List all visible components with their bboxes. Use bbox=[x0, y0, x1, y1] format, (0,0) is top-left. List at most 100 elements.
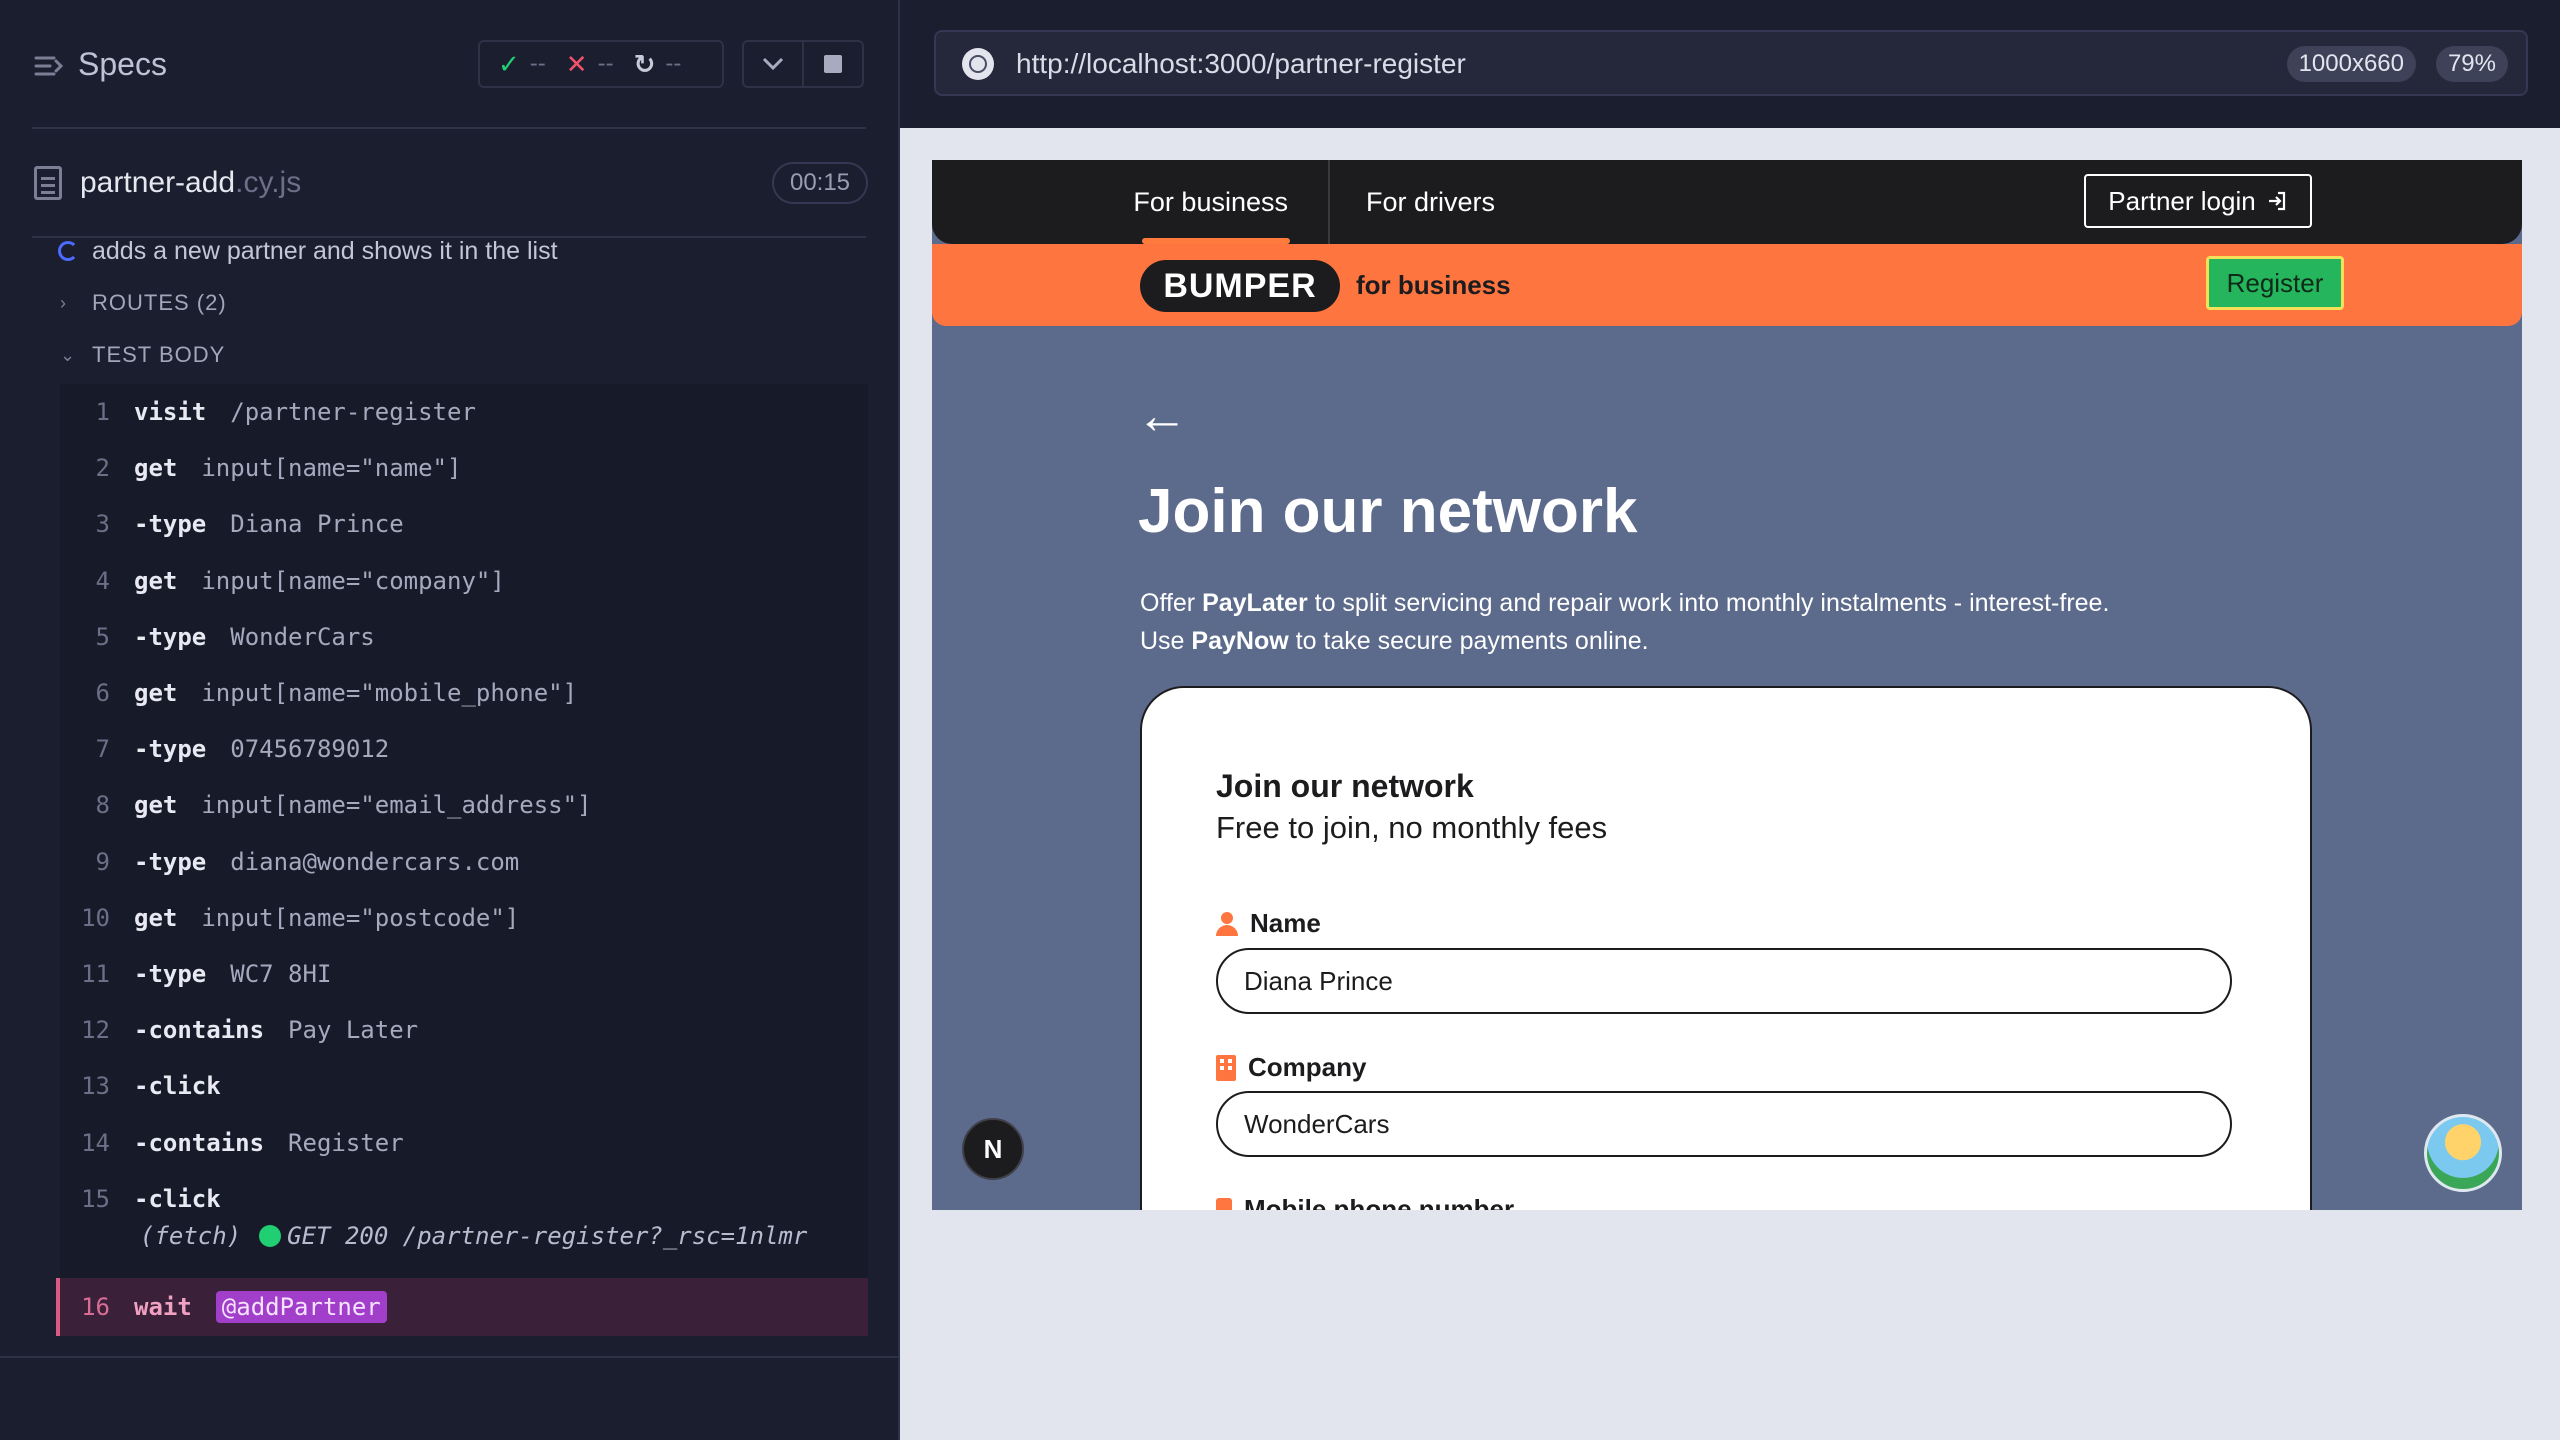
command-row[interactable]: 12 -contains Pay Later bbox=[60, 1002, 868, 1058]
command-name: get bbox=[134, 454, 178, 482]
cross-icon: ✕ bbox=[565, 48, 588, 79]
url-text[interactable]: http://localhost:3000/partner-register bbox=[1016, 48, 1466, 80]
command-number: 2 bbox=[95, 454, 110, 482]
desc-text: to take secure payments online. bbox=[1288, 627, 1649, 655]
viewport-size-badge[interactable]: 1000x660 bbox=[2286, 46, 2416, 82]
nextjs-dev-badge[interactable]: N bbox=[962, 1118, 1024, 1180]
desc-paynow: PayNow bbox=[1191, 627, 1289, 655]
test-body-toggle[interactable]: ⌄ TEST BODY bbox=[60, 342, 225, 368]
chevron-down-icon: ⌄ bbox=[60, 344, 77, 365]
test-body-label: TEST BODY bbox=[92, 342, 226, 367]
form-title: Join our network bbox=[1216, 768, 1474, 804]
command-message: input[name="company"] bbox=[201, 567, 505, 595]
command-row[interactable]: 15 -click bbox=[60, 1171, 868, 1227]
url-bar[interactable]: http://localhost:3000/partner-register 1… bbox=[934, 30, 2528, 96]
passed-count: -- bbox=[529, 50, 546, 77]
command-number: 9 bbox=[95, 848, 110, 876]
command-name: get bbox=[134, 679, 178, 707]
pending-spinner-icon: ↻ bbox=[633, 48, 656, 79]
island-avatar-icon[interactable] bbox=[2424, 1114, 2502, 1192]
specs-title[interactable]: Specs bbox=[78, 46, 167, 83]
back-arrow-icon[interactable]: ← bbox=[1136, 390, 1188, 442]
command-name: -type bbox=[134, 848, 207, 876]
command-name: get bbox=[134, 791, 178, 819]
command-name: -click bbox=[134, 1072, 221, 1100]
routes-label: ROUTES (2) bbox=[92, 290, 227, 315]
wait-command[interactable]: 16 wait @addPartner bbox=[56, 1278, 868, 1336]
company-label-text: Company bbox=[1248, 1052, 1367, 1082]
routes-toggle[interactable]: › ROUTES (2) bbox=[60, 290, 227, 316]
mobile-phone-label: Mobile phone number bbox=[1216, 1194, 1514, 1210]
command-number: 10 bbox=[81, 904, 110, 932]
command-row[interactable]: 9 -type diana@wondercars.com bbox=[60, 834, 868, 890]
tab-for-business[interactable]: For business bbox=[932, 160, 1330, 244]
status-dot-icon bbox=[259, 1225, 282, 1247]
command-number: 13 bbox=[81, 1072, 110, 1100]
command-row[interactable]: 10 get input[name="postcode"] bbox=[60, 890, 868, 946]
command-message: Register bbox=[288, 1129, 404, 1157]
auto-scroll-button[interactable] bbox=[742, 40, 804, 88]
command-message: input[name="mobile_phone"] bbox=[201, 679, 578, 707]
login-arrow-icon bbox=[2268, 191, 2285, 211]
command-name: -contains bbox=[134, 1129, 265, 1157]
command-row[interactable]: 7 -type 07456789012 bbox=[60, 721, 868, 777]
command-row[interactable]: 8 get input[name="email_address"] bbox=[60, 777, 868, 833]
bumper-logo[interactable]: BUMPER bbox=[1140, 260, 1340, 312]
form-subtitle: Free to join, no monthly fees bbox=[1216, 810, 1608, 845]
command-message: WC7 8HI bbox=[230, 960, 332, 988]
command-message: /partner-register bbox=[230, 398, 476, 426]
brand-tagline: for business bbox=[1356, 270, 1511, 300]
command-row[interactable]: 6 get input[name="mobile_phone"] bbox=[60, 665, 868, 721]
phone-icon bbox=[1216, 1197, 1232, 1210]
command-number: 5 bbox=[95, 623, 110, 651]
desc-text: to split servicing and repair work into … bbox=[1307, 589, 2110, 617]
brand-bar: BUMPER for business Register bbox=[932, 244, 2522, 326]
command-name: wait bbox=[134, 1293, 192, 1321]
company-label: Company bbox=[1216, 1052, 1366, 1083]
test-title[interactable]: adds a new partner and shows it in the l… bbox=[58, 236, 558, 266]
test-title-text: adds a new partner and shows it in the l… bbox=[92, 236, 558, 265]
command-number: 8 bbox=[95, 791, 110, 819]
command-number: 7 bbox=[95, 735, 110, 763]
page-title: Join our network bbox=[1138, 477, 1638, 546]
command-row[interactable]: 4 get input[name="company"] bbox=[60, 553, 868, 609]
zoom-badge[interactable]: 79% bbox=[2435, 46, 2508, 82]
name-label: Name bbox=[1216, 908, 1321, 939]
command-row[interactable]: 13 -click bbox=[60, 1058, 868, 1114]
specs-list-icon[interactable] bbox=[32, 50, 64, 82]
stop-icon bbox=[824, 55, 842, 73]
command-message: input[name="postcode"] bbox=[201, 904, 520, 932]
tab-for-drivers[interactable]: For drivers bbox=[1366, 160, 1495, 244]
command-row[interactable]: 3 -type Diana Prince bbox=[60, 496, 868, 552]
command-row[interactable]: 1 visit/partner-register bbox=[60, 384, 868, 440]
command-number: 4 bbox=[95, 567, 110, 595]
command-row[interactable]: 14 -contains Register bbox=[60, 1115, 868, 1171]
partner-login-button[interactable]: Partner login bbox=[2084, 174, 2312, 228]
desc-text: Offer bbox=[1140, 589, 1203, 617]
command-row[interactable]: 2 get input[name="name"] bbox=[60, 440, 868, 496]
alias-badge: @addPartner bbox=[215, 1291, 387, 1323]
command-name: -type bbox=[134, 623, 207, 651]
desc-paylater: PayLater bbox=[1202, 589, 1308, 617]
command-number: 3 bbox=[95, 510, 110, 538]
stop-button[interactable] bbox=[802, 40, 864, 88]
pending-count: -- bbox=[665, 50, 682, 77]
command-message: WonderCars bbox=[230, 623, 375, 651]
spec-file-ext: .cy.js bbox=[235, 166, 302, 199]
cypress-runner-panel: Specs ✓ -- ✕ -- ↻ -- partner-add.cy.js 0 bbox=[0, 0, 900, 1440]
command-number: 11 bbox=[81, 960, 110, 988]
register-button[interactable]: Register bbox=[2206, 256, 2344, 310]
command-log: (fetch) GET 200 /partner-register?_rsc=1… bbox=[56, 384, 868, 1336]
command-name: visit bbox=[134, 398, 207, 426]
runner-bottom-divider bbox=[0, 1356, 898, 1358]
command-row[interactable]: 11 -type WC7 8HI bbox=[60, 946, 868, 1002]
header-divider bbox=[32, 127, 866, 129]
company-input[interactable]: WonderCars bbox=[1216, 1091, 2232, 1157]
spec-file-icon bbox=[34, 166, 62, 200]
name-input[interactable]: Diana Prince bbox=[1216, 948, 2232, 1014]
spec-file-name[interactable]: partner-add.cy.js bbox=[80, 166, 301, 200]
check-icon: ✓ bbox=[498, 48, 520, 79]
desc-text: Use bbox=[1140, 627, 1192, 655]
command-row[interactable]: 5 -type WonderCars bbox=[60, 609, 868, 665]
command-name: -contains bbox=[134, 1016, 265, 1044]
